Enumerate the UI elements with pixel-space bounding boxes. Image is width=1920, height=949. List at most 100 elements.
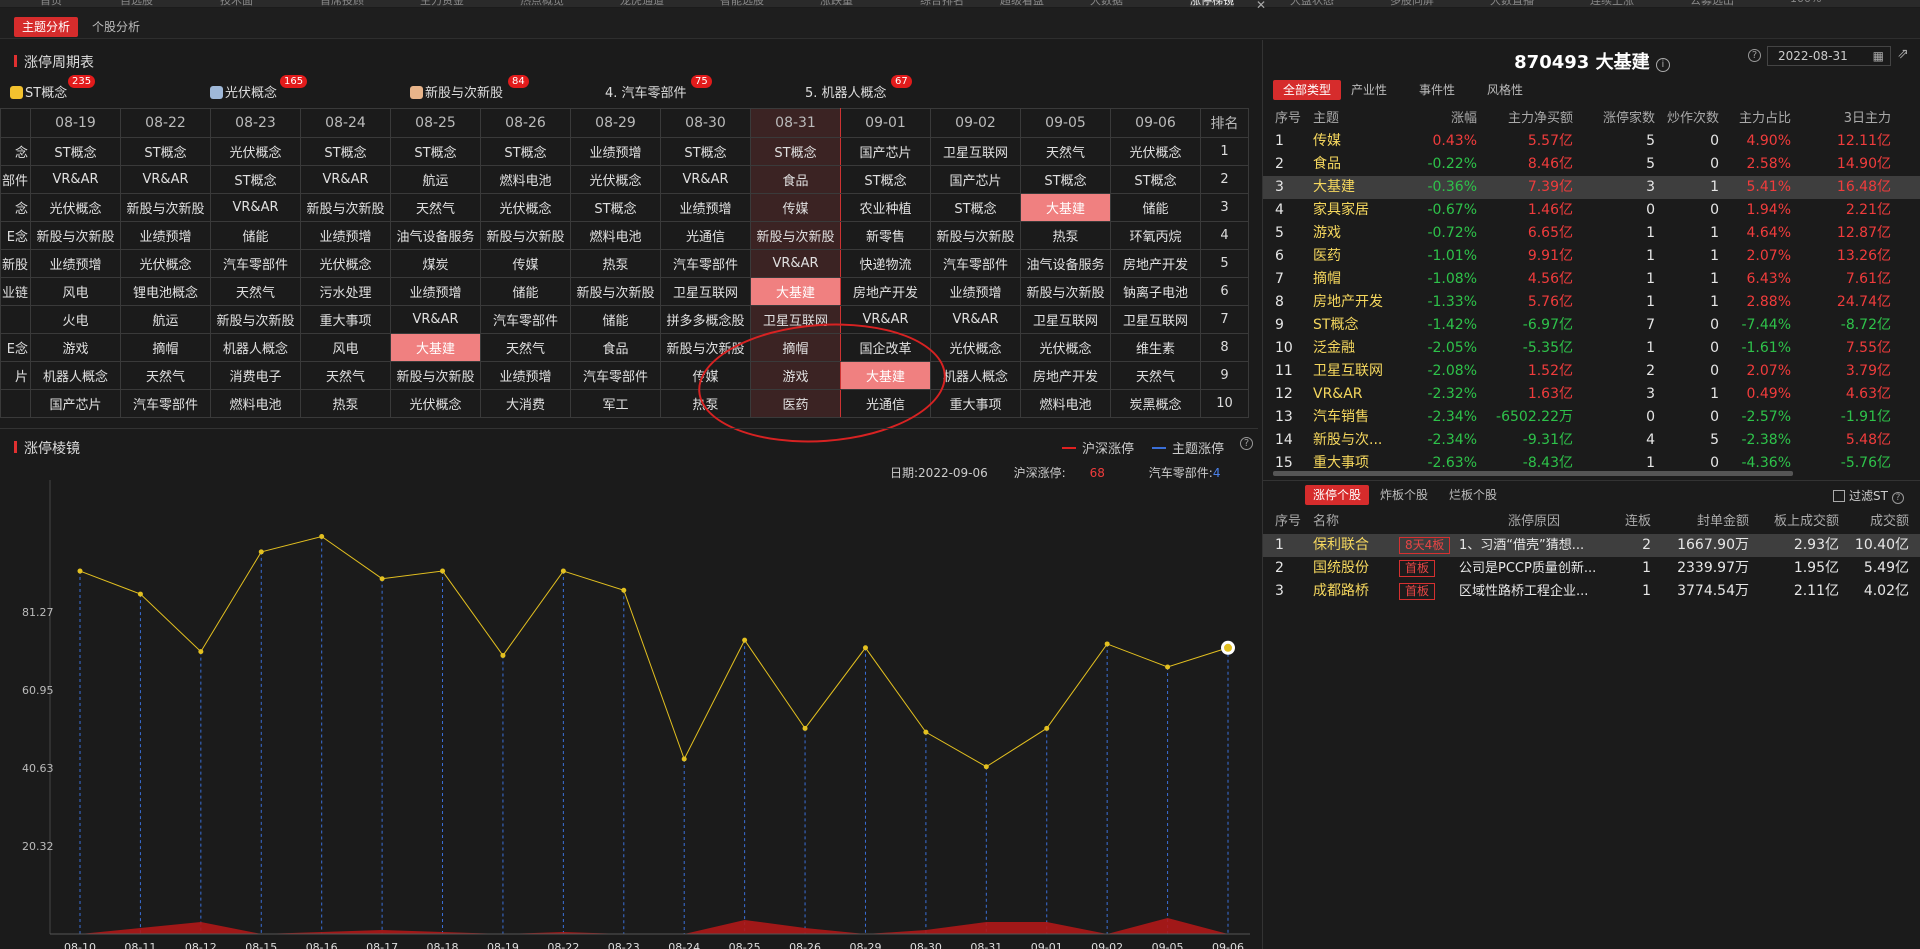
top-tab[interactable]: 智能选股 <box>720 0 764 7</box>
theme-cell: -5.35亿 <box>1522 340 1573 356</box>
theme-cell: 16.48亿 <box>1836 179 1891 195</box>
help-icon[interactable]: ? <box>1891 492 1904 504</box>
top-tab[interactable]: 多股同屏 <box>1390 0 1434 7</box>
stock-row[interactable]: 1 保利联合 8天4板 1、习酒“借壳”猜想... 2 1667.90万 2.93亿 10.4… <box>1263 534 1920 557</box>
theme-cell: 2.07% <box>1746 363 1791 379</box>
stock-header-cell[interactable]: 封单金额 <box>1655 511 1749 533</box>
top-tab[interactable]: 大数直播 <box>1490 0 1534 7</box>
theme-row[interactable]: 9 ST概念 -1.42% -6.97亿 7 0 -7.44% -8.72亿 <box>1263 314 1920 337</box>
top-tab[interactable]: 100% <box>1790 0 1821 7</box>
x-tick-label: 09-02 <box>1091 941 1123 949</box>
top-tab[interactable]: 技术面 <box>220 0 253 7</box>
stock-cell: 10.40亿 <box>1854 537 1909 553</box>
theme-row[interactable]: 12 VR&AR -2.32% 1.63亿 3 1 0.49% 4.63亿 <box>1263 383 1920 406</box>
stock-header-cell[interactable]: 板上成交额 <box>1753 511 1839 533</box>
top-tab[interactable]: 超级看盘 <box>1000 0 1044 7</box>
theme-row[interactable]: 4 家具家居 -0.67% 1.46亿 0 0 1.94% 2.21亿 <box>1263 199 1920 222</box>
theme-row[interactable]: 11 卫星互联网 -2.08% 1.52亿 2 0 2.07% 3.79亿 <box>1263 360 1920 383</box>
filter-st-checkbox[interactable] <box>1833 490 1845 502</box>
top-tab[interactable]: 首页 <box>40 0 62 7</box>
limit-up-chart[interactable]: 81.27 60.95 40.63 20.32 08-10 08-11 08-12 08-15… <box>0 40 1258 949</box>
theme-cell: -0.67% <box>1427 202 1477 218</box>
theme-cell: 5 <box>1275 225 1284 241</box>
board-tag: 8天4板 <box>1399 537 1451 554</box>
theme-row[interactable]: 5 游戏 -0.72% 6.65亿 1 1 4.64% 12.87亿 <box>1263 222 1920 245</box>
stock-cell: 2.11亿 <box>1793 583 1839 599</box>
top-tab[interactable]: 涨跌量 <box>820 0 853 7</box>
x-tick-label: 08-31 <box>970 941 1002 949</box>
theme-cell: 6.65亿 <box>1527 225 1573 241</box>
stock-row[interactable]: 2 国统股份 首板 公司是PCCP质量创新... 1 2339.97万 1.95亿 5.49亿 <box>1263 557 1920 580</box>
theme-row[interactable]: 6 医药 -1.01% 9.91亿 1 1 2.07% 13.26亿 <box>1263 245 1920 268</box>
theme-row[interactable]: 10 泛金融 -2.05% -5.35亿 1 0 -1.61% 7.55亿 <box>1263 337 1920 360</box>
help-icon[interactable]: ? <box>1748 49 1761 62</box>
theme-header-cell[interactable]: 主力占比 <box>1721 108 1791 130</box>
theme-cell: -1.42% <box>1427 317 1477 333</box>
export-icon[interactable]: ⇗ <box>1897 46 1909 62</box>
board-tag: 首板 <box>1399 583 1436 600</box>
date-picker[interactable]: 2022-08-31 ▦ <box>1767 46 1891 66</box>
top-tab[interactable]: 大数据 <box>1090 0 1123 7</box>
stock-name: 国统股份 <box>1313 560 1369 576</box>
theme-cell: 24.74亿 <box>1836 294 1891 310</box>
stock-tab[interactable]: 炸板个股 <box>1372 485 1436 505</box>
stock-header-cell[interactable]: 序号 <box>1275 511 1305 533</box>
type-tab[interactable]: 全部类型 <box>1273 80 1342 100</box>
theme-header-cell[interactable]: 涨停家数 <box>1575 108 1655 130</box>
top-tab[interactable]: 连续上涨 <box>1590 0 1634 7</box>
stock-tab[interactable]: 涨停个股 <box>1305 485 1370 505</box>
theme-cell: -2.38% <box>1741 432 1791 448</box>
theme-header-cell[interactable]: 主力净买额 <box>1481 108 1573 130</box>
top-tab[interactable]: 公募选出 <box>1690 0 1734 7</box>
stock-header-cell[interactable]: 连板 <box>1605 511 1651 533</box>
stock-name: 保利联合 <box>1313 537 1369 553</box>
top-tab[interactable]: 龙虎通道 <box>620 0 664 7</box>
theme-cell: 9 <box>1275 317 1284 333</box>
theme-cell: 2 <box>1275 156 1284 172</box>
close-icon[interactable]: ✕ <box>1256 0 1266 12</box>
data-point <box>379 576 385 582</box>
stock-tab[interactable]: 烂板个股 <box>1441 485 1505 505</box>
top-tab[interactable]: 主力资金 <box>420 0 464 7</box>
stock-row[interactable]: 3 成都路桥 首板 区域性路桥工程企业... 1 3774.54万 2.11亿 4.02亿 <box>1263 580 1920 603</box>
theme-row[interactable]: 8 房地产开发 -1.33% 5.76亿 1 1 2.88% 24.74亿 <box>1263 291 1920 314</box>
theme-cell: 1 <box>1646 248 1655 264</box>
top-tab[interactable]: 热点概览 <box>520 0 564 7</box>
tab-stock-analysis[interactable]: 个股分析 <box>84 17 148 37</box>
stock-cell: 1、习酒“借壳”猜想... <box>1459 538 1585 553</box>
type-tab[interactable]: 产业性 <box>1341 80 1397 100</box>
theme-cell: -2.32% <box>1427 386 1477 402</box>
theme-row[interactable]: 2 食品 -0.22% 8.46亿 5 0 2.58% 14.90亿 <box>1263 153 1920 176</box>
theme-header-cell[interactable]: 炒作次数 <box>1659 108 1719 130</box>
theme-cell: 7.61亿 <box>1845 271 1891 287</box>
data-point <box>923 729 929 735</box>
stock-header-cell[interactable]: 名称 <box>1313 511 1393 533</box>
top-tab[interactable]: 涨停梯镜 <box>1190 0 1234 7</box>
stock-cell: 区域性路桥工程企业... <box>1459 584 1589 599</box>
top-tab[interactable]: 首席投顾 <box>320 0 364 7</box>
theme-header-cell[interactable]: 3日主力 <box>1801 108 1891 130</box>
theme-header-cell[interactable]: 涨幅 <box>1413 108 1477 130</box>
theme-row[interactable]: 1 传媒 0.43% 5.57亿 5 0 4.90% 12.11亿 <box>1263 130 1920 153</box>
x-tick-label: 09-01 <box>1031 941 1063 949</box>
horizontal-scrollbar[interactable] <box>1273 471 1793 476</box>
stock-cell: 2.93亿 <box>1793 537 1839 553</box>
type-tab[interactable]: 事件性 <box>1409 80 1465 100</box>
filter-st[interactable]: 过滤ST? <box>1833 487 1904 504</box>
theme-row[interactable]: 13 汽车销售 -2.34% -6502.22万 0 0 -2.57% -1.91亿 <box>1263 406 1920 429</box>
theme-header-cell[interactable]: 序号 <box>1275 108 1305 130</box>
stock-header-cell[interactable]: 涨停原因 <box>1459 511 1609 533</box>
info-icon[interactable]: i <box>1655 58 1670 72</box>
x-tick-label: 09-06 <box>1212 941 1244 949</box>
top-tab[interactable]: 大盘状态 <box>1290 0 1334 7</box>
top-tab[interactable]: 综合排名 <box>920 0 964 7</box>
top-tab[interactable]: 自选股 <box>120 0 153 7</box>
type-tab[interactable]: 风格性 <box>1477 80 1533 100</box>
theme-row[interactable]: 14 新股与次... -2.34% -9.31亿 4 5 -2.38% 5.48亿 <box>1263 429 1920 452</box>
calendar-icon[interactable]: ▦ <box>1873 47 1884 65</box>
theme-row[interactable]: 7 摘帽 -1.08% 4.56亿 1 1 6.43% 7.61亿 <box>1263 268 1920 291</box>
theme-row[interactable]: 3 大基建 -0.36% 7.39亿 3 1 5.41% 16.48亿 <box>1263 176 1920 199</box>
tab-theme-analysis[interactable]: 主题分析 <box>14 17 79 37</box>
theme-cell: 4 <box>1646 432 1655 448</box>
stock-header-cell[interactable]: 成交额 <box>1841 511 1909 533</box>
